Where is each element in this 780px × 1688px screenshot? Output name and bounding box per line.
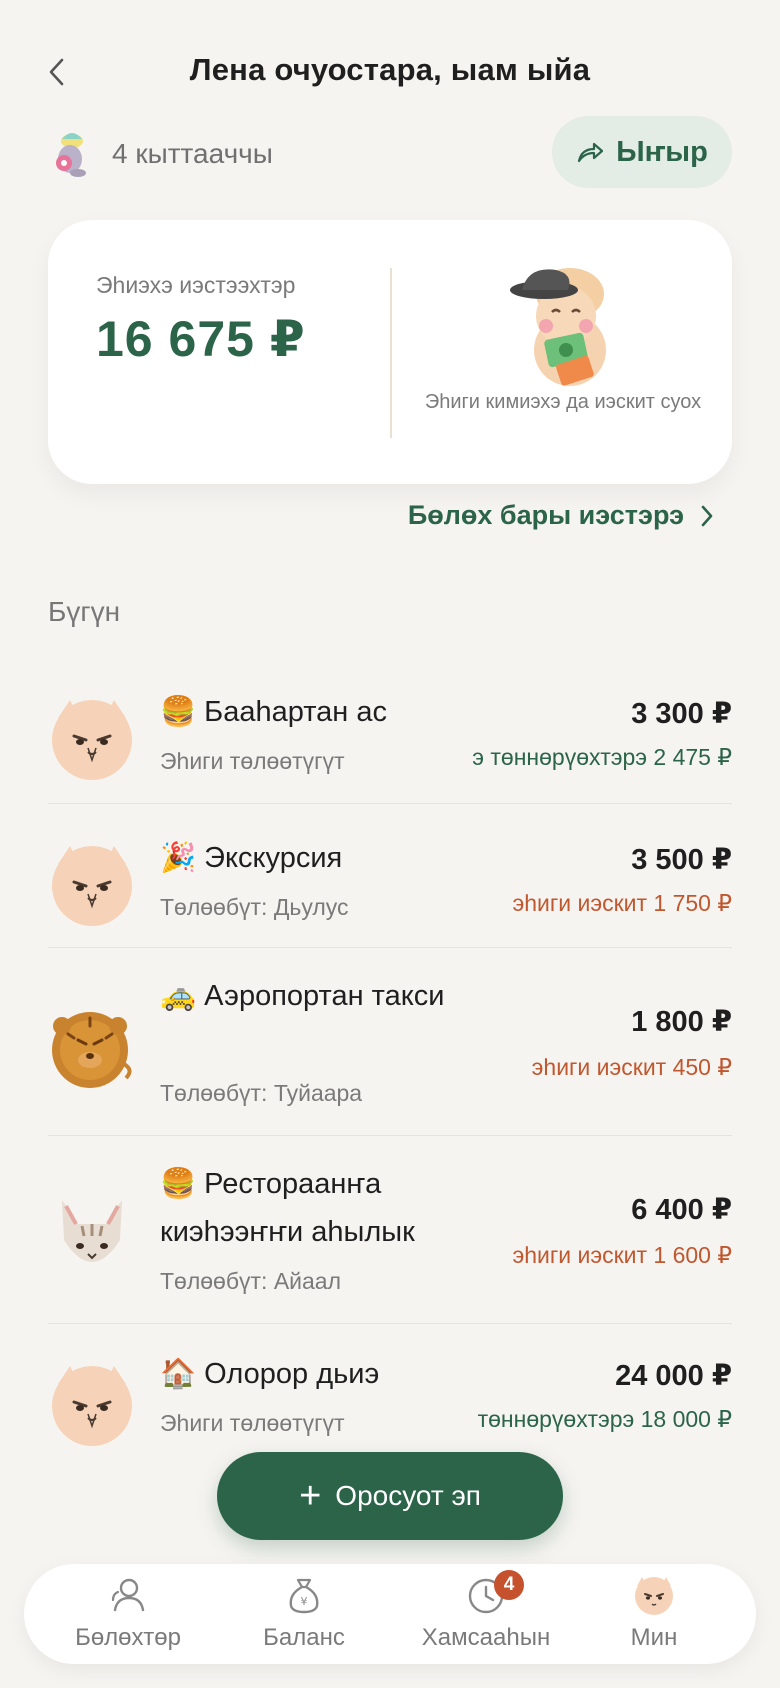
expense-payer: Төлөөбүт: Айаал bbox=[160, 1268, 342, 1294]
balance-card: Эһиэхэ иэстээхтэр 16 675 ₽ Эһиги кимиэхэ… bbox=[48, 220, 732, 484]
tab-balance[interactable]: ¥ Баланс bbox=[214, 1574, 394, 1656]
plus-icon: + bbox=[299, 1475, 322, 1517]
tabby-cat-icon bbox=[62, 1200, 122, 1262]
cat-sticker-icon bbox=[56, 133, 86, 177]
tab-activity-label: Хамсааһын bbox=[421, 1624, 551, 1651]
expense-share: эһиги иэскит 1 600 ₽ bbox=[512, 1242, 733, 1268]
expense-row[interactable]: 🍔 Рестораанҥа киэһээҥҥи аһылык Төлөөбүт:… bbox=[48, 1136, 732, 1324]
expense-share: э төннөрүөхтэрэ 2 475 ₽ bbox=[472, 744, 732, 770]
page-title: Лена очуостара, ыам ыйа bbox=[189, 52, 591, 87]
expense-row[interactable]: 🎉 Экскурсия Төлөөбүт: Дьулус 3 500 ₽ эһи… bbox=[48, 804, 732, 948]
expense-emoji: 🍔 bbox=[160, 1168, 197, 1200]
profile-avatar-icon bbox=[635, 1577, 673, 1615]
balance-label: Эһиэхэ иэстээхтэр bbox=[96, 272, 296, 298]
tab-groups-label: Бөлөхтөр bbox=[75, 1624, 181, 1651]
section-today: Бүгүн bbox=[48, 596, 121, 627]
expense-amount: 24 000 ₽ bbox=[615, 1360, 732, 1392]
add-expense-button[interactable]: + Оросуот эп bbox=[217, 1452, 563, 1540]
balance-caption: Эһиги кимиэхэ да иэскит суох bbox=[424, 391, 702, 413]
expense-share: эһиги иэскит 1 750 ₽ bbox=[512, 890, 733, 916]
expense-share: төннөрүөхтэрэ 18 000 ₽ bbox=[477, 1406, 732, 1432]
tab-balance-label: Баланс bbox=[263, 1624, 345, 1651]
all-debts-link[interactable]: Бөлөх бары иэстэрэ bbox=[408, 500, 714, 531]
cat-face-icon bbox=[52, 700, 132, 780]
notification-badge: 4 bbox=[494, 1570, 524, 1600]
tiger-face-icon bbox=[52, 1012, 132, 1088]
chevron-right-icon bbox=[701, 505, 713, 526]
expense-row[interactable]: 🚕 Аэропортан такси Төлөөбүт: Туйаара 1 8… bbox=[48, 948, 732, 1136]
tab-groups[interactable]: Бөлөхтөр bbox=[38, 1574, 218, 1656]
expense-emoji: 🏠 bbox=[160, 1358, 197, 1390]
cat-face-icon bbox=[52, 1366, 132, 1446]
expense-payer: Төлөөбүт: Туйаара bbox=[160, 1080, 363, 1106]
cat-face-icon bbox=[52, 846, 132, 926]
add-expense-label: Оросуот эп bbox=[335, 1480, 481, 1511]
expense-amount: 1 800 ₽ bbox=[631, 1006, 732, 1038]
expense-emoji: 🎉 bbox=[160, 842, 197, 874]
bear-with-money-icon bbox=[510, 268, 606, 386]
invite-button[interactable]: Ыҥыр bbox=[552, 116, 732, 188]
money-bag-icon: ¥ bbox=[289, 1578, 319, 1614]
share-arrow-icon bbox=[578, 142, 604, 163]
members-count: 4 кыттааччы bbox=[112, 138, 273, 169]
expense-payer: Эһиги төлөөтүгүт bbox=[160, 748, 345, 774]
all-debts-label: Бөлөх бары иэстэрэ bbox=[407, 500, 684, 530]
expense-payer: Эһиги төлөөтүгүт bbox=[160, 1410, 345, 1436]
expense-emoji: 🚕 bbox=[160, 980, 197, 1012]
members-row[interactable]: 4 кыттааччы bbox=[50, 126, 273, 182]
expense-amount: 6 400 ₽ bbox=[631, 1194, 732, 1226]
expense-row[interactable]: 🏠 Олорор дьиэ Эһиги төлөөтүгүт 24 000 ₽ … bbox=[48, 1324, 732, 1472]
expense-title: Рестораанҥа киэһээҥҥи аһылык bbox=[160, 1168, 415, 1248]
expense-payer: Төлөөбүт: Дьулус bbox=[160, 894, 349, 920]
people-icon bbox=[111, 1578, 145, 1612]
tab-activity[interactable]: 4 Хамсааһын bbox=[396, 1570, 576, 1656]
expense-amount: 3 300 ₽ bbox=[631, 698, 732, 730]
tab-profile-label: Мин bbox=[630, 1624, 678, 1651]
expense-share: эһиги иэскит 450 ₽ bbox=[531, 1054, 732, 1080]
svg-text:¥: ¥ bbox=[301, 1595, 308, 1608]
expense-title: Аэропортан такси bbox=[204, 980, 445, 1012]
invite-button-label: Ыҥыр bbox=[616, 135, 708, 168]
tab-bar: Бөлөхтөр ¥ Баланс 4 Хамсааһын Мин bbox=[24, 1564, 756, 1664]
expense-title: Экскурсия bbox=[204, 842, 343, 874]
expense-title: Олорор дьиэ bbox=[204, 1358, 380, 1390]
expense-row[interactable]: 🍔 Бааһартан ас Эһиги төлөөтүгүт 3 300 ₽ … bbox=[48, 656, 732, 804]
expense-list: 🍔 Бааһартан ас Эһиги төлөөтүгүт 3 300 ₽ … bbox=[48, 656, 732, 1472]
expense-emoji: 🍔 bbox=[160, 696, 197, 728]
expense-title: Бааһартан ас bbox=[204, 696, 387, 728]
balance-divider bbox=[390, 268, 392, 438]
tab-profile[interactable]: Мин bbox=[564, 1574, 744, 1656]
balance-amount: 16 675 ₽ bbox=[96, 311, 306, 367]
expense-amount: 3 500 ₽ bbox=[631, 844, 732, 876]
